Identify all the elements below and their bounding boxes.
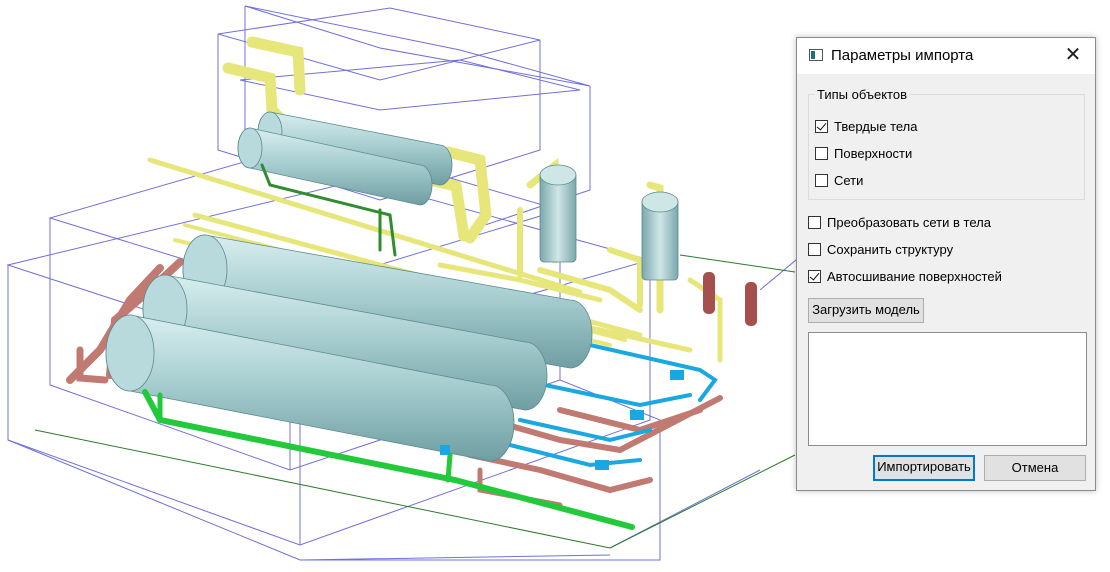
checkbox-auto-stitch-label: Автосшивание поверхностей xyxy=(827,268,1002,284)
import-button[interactable]: Импортировать xyxy=(873,455,975,481)
checkbox-keep-structure-label: Сохранить структуру xyxy=(827,241,954,257)
checkbox-box[interactable] xyxy=(808,242,821,256)
dialog-title: Параметры импорта xyxy=(831,47,974,64)
checkmark-icon[interactable] xyxy=(815,119,828,133)
checkbox-box[interactable] xyxy=(815,173,828,187)
checkbox-surfaces[interactable]: Поверхности xyxy=(815,144,912,162)
checkbox-keep-structure[interactable]: Сохранить структуру xyxy=(808,240,953,258)
object-types-legend: Типы объектов xyxy=(814,87,911,102)
close-button[interactable]: ✕ xyxy=(1051,38,1095,74)
import-log-area[interactable] xyxy=(808,332,1087,446)
checkbox-surfaces-label: Поверхности xyxy=(834,145,913,161)
checkbox-box[interactable] xyxy=(808,215,821,229)
checkbox-convert-meshes[interactable]: Преобразовать сети в тела xyxy=(808,213,991,231)
cancel-button[interactable]: Отмена xyxy=(984,455,1086,481)
checkbox-meshes[interactable]: Сети xyxy=(815,171,863,189)
app-window-icon xyxy=(809,49,823,61)
checkbox-auto-stitch[interactable]: Автосшивание поверхностей xyxy=(808,267,1002,285)
checkbox-solids-label: Твердые тела xyxy=(834,118,918,134)
import-dialog: Параметры импорта ✕ Типы объектов Тверды… xyxy=(796,37,1096,491)
checkmark-icon[interactable] xyxy=(808,269,821,283)
checkbox-convert-meshes-label: Преобразовать сети в тела xyxy=(827,214,991,230)
checkbox-box[interactable] xyxy=(815,146,828,160)
top-vessels xyxy=(237,111,453,206)
load-model-button[interactable]: Загрузить модель xyxy=(808,298,924,323)
checkbox-solids[interactable]: Твердые тела xyxy=(815,117,917,135)
dialog-titlebar[interactable]: Параметры импорта ✕ xyxy=(797,38,1095,74)
checkbox-meshes-label: Сети xyxy=(834,172,864,188)
close-icon: ✕ xyxy=(1064,44,1082,66)
